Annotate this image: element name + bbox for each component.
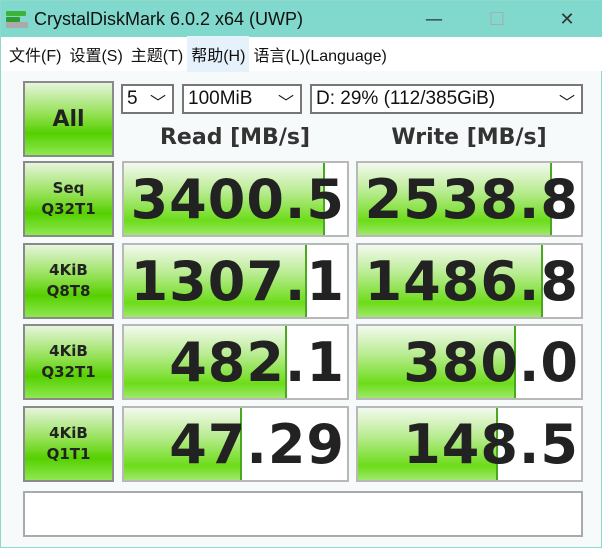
write-result: 148.5 xyxy=(356,406,583,482)
menu-settings[interactable]: 设置(S) xyxy=(65,36,126,72)
test-label-line2: Q32T1 xyxy=(41,363,96,381)
maximize-button[interactable]: ☐ xyxy=(474,1,520,37)
chevron-down-icon: ﹀ xyxy=(277,95,294,112)
read-value: 1307.1 xyxy=(130,249,345,313)
close-button[interactable]: ✕ xyxy=(544,1,590,37)
test-button-2[interactable]: 4KiB Q32T1 xyxy=(23,324,114,400)
read-result: 482.1 xyxy=(122,324,349,400)
menu-language[interactable]: 语言(L)(Language) xyxy=(249,36,390,72)
test-label-line1: 4KiB xyxy=(49,261,88,279)
window-title: CrystalDiskMark 6.0.2 x64 (UWP) xyxy=(34,8,304,29)
chevron-down-icon: ﹀ xyxy=(149,95,166,112)
menu-file[interactable]: 文件(F) xyxy=(5,36,65,72)
test-count-value: 5 xyxy=(127,88,138,109)
write-value: 380.0 xyxy=(403,330,579,394)
test-label-line2: Q1T1 xyxy=(46,445,91,463)
menu-help[interactable]: 帮助(H) xyxy=(187,36,250,72)
minimize-button[interactable]: — xyxy=(411,1,457,37)
app-icon xyxy=(6,10,28,28)
read-result: 1307.1 xyxy=(122,243,349,319)
test-button-1[interactable]: 4KiB Q8T8 xyxy=(23,243,114,319)
write-value: 148.5 xyxy=(403,412,579,476)
write-result: 1486.8 xyxy=(356,243,583,319)
write-value: 1486.8 xyxy=(364,249,579,313)
test-button-0[interactable]: Seq Q32T1 xyxy=(23,161,114,237)
test-label-line1: Seq xyxy=(52,179,85,197)
read-header: Read [MB/s] xyxy=(159,125,310,150)
write-result: 2538.8 xyxy=(356,161,583,237)
test-size-value: 100MiB xyxy=(188,88,253,109)
test-label-line2: Q32T1 xyxy=(41,200,96,218)
title-bar: CrystalDiskMark 6.0.2 x64 (UWP) — ☐ ✕ xyxy=(1,1,602,37)
read-result: 47.29 xyxy=(122,406,349,482)
read-result: 3400.5 xyxy=(122,161,349,237)
test-label-line1: 4KiB xyxy=(49,424,88,442)
menu-bar: 文件(F) 设置(S) 主题(T) 帮助(H) 语言(L)(Language) xyxy=(1,36,602,72)
drive-value: D: 29% (112/385GiB) xyxy=(316,88,496,109)
status-bar xyxy=(23,491,583,537)
test-size-select[interactable]: 100MiB ﹀ xyxy=(182,84,302,114)
drive-select[interactable]: D: 29% (112/385GiB) ﹀ xyxy=(310,84,583,114)
write-header: Write [MB/s] xyxy=(391,125,547,150)
menu-theme[interactable]: 主题(T) xyxy=(127,36,187,72)
write-result: 380.0 xyxy=(356,324,583,400)
test-label-line2: Q8T8 xyxy=(46,282,91,300)
test-label-line1: 4KiB xyxy=(49,342,88,360)
read-value: 47.29 xyxy=(169,412,345,476)
write-value: 2538.8 xyxy=(364,167,579,231)
read-value: 482.1 xyxy=(169,330,345,394)
read-value: 3400.5 xyxy=(130,167,345,231)
all-button[interactable]: All xyxy=(23,81,114,157)
test-count-select[interactable]: 5 ﹀ xyxy=(121,84,174,114)
test-button-3[interactable]: 4KiB Q1T1 xyxy=(23,406,114,482)
chevron-down-icon: ﹀ xyxy=(558,95,575,112)
